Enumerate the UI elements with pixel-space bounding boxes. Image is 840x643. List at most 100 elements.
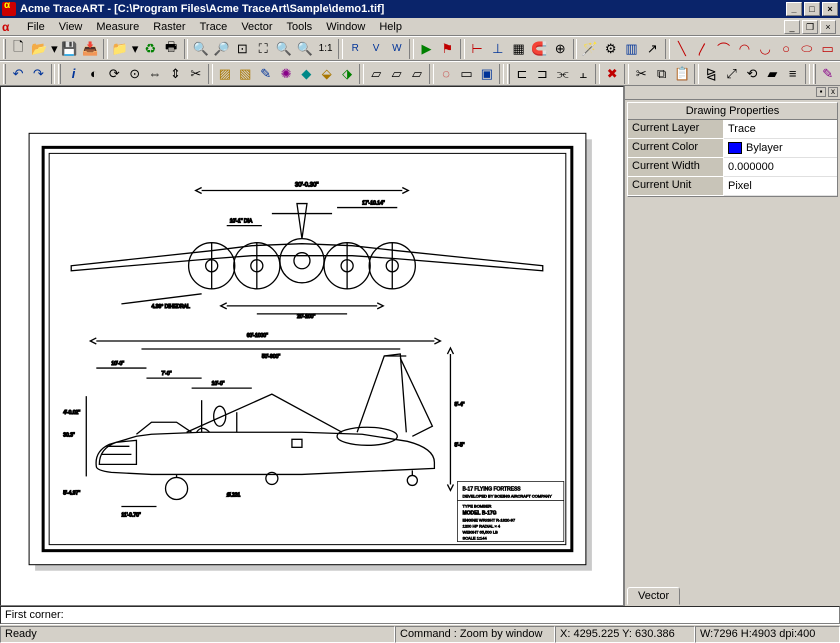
paste-icon[interactable]: 📋 [672, 63, 692, 85]
panel-close-icon[interactable]: x [828, 87, 838, 97]
prop-value-unit[interactable]: Pixel [724, 177, 837, 196]
panel-pin-icon[interactable]: ▪ [816, 87, 826, 97]
folder-dropdown-icon[interactable]: ▾ [130, 38, 140, 60]
reset-icon[interactable]: ⊙ [124, 63, 144, 85]
copy-icon[interactable]: ⧉ [652, 63, 672, 85]
new-icon[interactable]: 🗋 [8, 38, 29, 60]
stamp-icon[interactable]: ⬙ [317, 63, 337, 85]
pencil-icon[interactable]: ✎ [255, 63, 275, 85]
scale-icon[interactable]: ⤢ [721, 63, 741, 85]
target-icon[interactable]: ⊕ [550, 38, 571, 60]
menu-view[interactable]: View [52, 20, 90, 34]
zoom-fit-icon[interactable]: ⛶ [253, 38, 274, 60]
rotate2-icon[interactable]: ⟲ [742, 63, 762, 85]
fill-icon[interactable]: ▧ [235, 63, 255, 85]
wand-icon[interactable]: 🪄 [579, 38, 600, 60]
spray-icon[interactable]: ✺ [276, 63, 296, 85]
save-as-icon[interactable]: 📥 [80, 38, 101, 60]
rect-icon[interactable]: ▭ [817, 38, 838, 60]
tab-vector[interactable]: Vector [627, 587, 680, 605]
close-button[interactable]: × [822, 2, 838, 16]
folder-icon[interactable]: 📁 [110, 38, 131, 60]
run-icon[interactable]: ▶ [416, 38, 437, 60]
polyline-icon[interactable]: 〳 [692, 38, 713, 60]
zoom-actual-icon[interactable]: 🔍 [294, 38, 315, 60]
redo-icon[interactable]: ↷ [28, 63, 48, 85]
arc2-icon[interactable]: ◠ [734, 38, 755, 60]
align-icon[interactable]: ≡ [783, 63, 803, 85]
segment-d-icon[interactable]: ⫠ [573, 63, 593, 85]
arc1-icon[interactable]: ⌒ [713, 38, 734, 60]
doc-restore-button[interactable]: ❐ [802, 20, 818, 34]
menu-measure[interactable]: Measure [89, 20, 146, 34]
delete-icon[interactable]: ✖ [602, 63, 622, 85]
erase-large-icon[interactable]: ▱ [407, 63, 427, 85]
flip-v-icon[interactable]: ⇕ [165, 63, 185, 85]
menu-vector[interactable]: Vector [234, 20, 279, 34]
crop-icon[interactable]: ✂ [186, 63, 206, 85]
flag-icon[interactable]: ⚑ [437, 38, 458, 60]
ellipse-icon[interactable]: ⬭ [796, 38, 817, 60]
doc-close-button[interactable]: × [820, 20, 836, 34]
eyedrop-icon[interactable]: ✎ [818, 63, 838, 85]
command-input[interactable]: First corner: [0, 606, 840, 624]
flip-h-icon[interactable]: ⇔ [145, 63, 165, 85]
segment-b-icon[interactable]: ⊐ [532, 63, 552, 85]
bucket-icon[interactable]: ◆ [296, 63, 316, 85]
menu-file[interactable]: File [20, 20, 52, 34]
select-v-icon[interactable]: V [366, 38, 387, 60]
mirror-icon[interactable]: ⧎ [701, 63, 721, 85]
menu-window[interactable]: Window [319, 20, 372, 34]
marker-icon[interactable]: ⬗ [337, 63, 357, 85]
toolbar-grip[interactable] [3, 39, 6, 59]
lasso-icon[interactable]: ◌ [436, 63, 456, 85]
toolbar-grip[interactable] [58, 64, 61, 84]
print-icon[interactable]: 🖶 [161, 38, 182, 60]
undo-icon[interactable]: ↶ [8, 63, 28, 85]
snap-mid-icon[interactable]: ⊥ [487, 38, 508, 60]
arc3-icon[interactable]: ◡ [755, 38, 776, 60]
maximize-button[interactable]: □ [804, 2, 820, 16]
menu-raster[interactable]: Raster [146, 20, 192, 34]
drawing-canvas[interactable]: 30'-0.30" 17'-10.14" 10'-1" DIA 20'-100"… [0, 86, 624, 606]
segment-a-icon[interactable]: ⊏ [512, 63, 532, 85]
line-icon[interactable]: ╲ [672, 38, 693, 60]
segment-c-icon[interactable]: ⫘ [553, 63, 573, 85]
shear-icon[interactable]: ▰ [762, 63, 782, 85]
brush-icon[interactable]: ▨ [215, 63, 235, 85]
minimize-button[interactable]: _ [786, 2, 802, 16]
area-icon[interactable]: ▣ [477, 63, 497, 85]
rect-select-icon[interactable]: ▭ [456, 63, 476, 85]
magnet-icon[interactable]: 🧲 [529, 38, 550, 60]
contrast-icon[interactable]: ◐ [84, 63, 104, 85]
menu-trace[interactable]: Trace [193, 20, 235, 34]
toolbar-grip[interactable] [813, 64, 816, 84]
prop-value-layer[interactable]: Trace [724, 120, 837, 139]
toolbar-grip[interactable] [507, 64, 510, 84]
toolbar-grip[interactable] [3, 64, 6, 84]
snap-end-icon[interactable]: ⊢ [467, 38, 488, 60]
zoom-in-icon[interactable]: 🔍 [190, 38, 211, 60]
rotate-icon[interactable]: ⟳ [104, 63, 124, 85]
zoom-extents-icon[interactable]: 🔍 [274, 38, 295, 60]
zoom-out-icon[interactable]: 🔎 [211, 38, 232, 60]
erase-small-icon[interactable]: ▱ [366, 63, 386, 85]
menu-help[interactable]: Help [372, 20, 409, 34]
save-icon[interactable]: 💾 [59, 38, 80, 60]
zoom-region-icon[interactable]: ⊡ [232, 38, 253, 60]
menu-tools[interactable]: Tools [280, 20, 320, 34]
open-dropdown-icon[interactable]: ▾ [50, 38, 60, 60]
gear-icon[interactable]: ⚙ [600, 38, 621, 60]
pointer-icon[interactable]: ↗ [642, 38, 663, 60]
info-icon[interactable]: i [63, 63, 83, 85]
open-icon[interactable]: 📂 [29, 38, 50, 60]
zoom-1to1-icon[interactable]: 1:1 [315, 38, 336, 60]
select-r-icon[interactable]: R [345, 38, 366, 60]
cut-icon[interactable]: ✂ [631, 63, 651, 85]
prop-value-color[interactable]: Bylayer [724, 139, 837, 158]
chart-icon[interactable]: ▥ [621, 38, 642, 60]
erase-med-icon[interactable]: ▱ [386, 63, 406, 85]
circle-icon[interactable]: ○ [776, 38, 797, 60]
select-w-icon[interactable]: W [386, 38, 407, 60]
snap-grid-icon[interactable]: ▦ [508, 38, 529, 60]
